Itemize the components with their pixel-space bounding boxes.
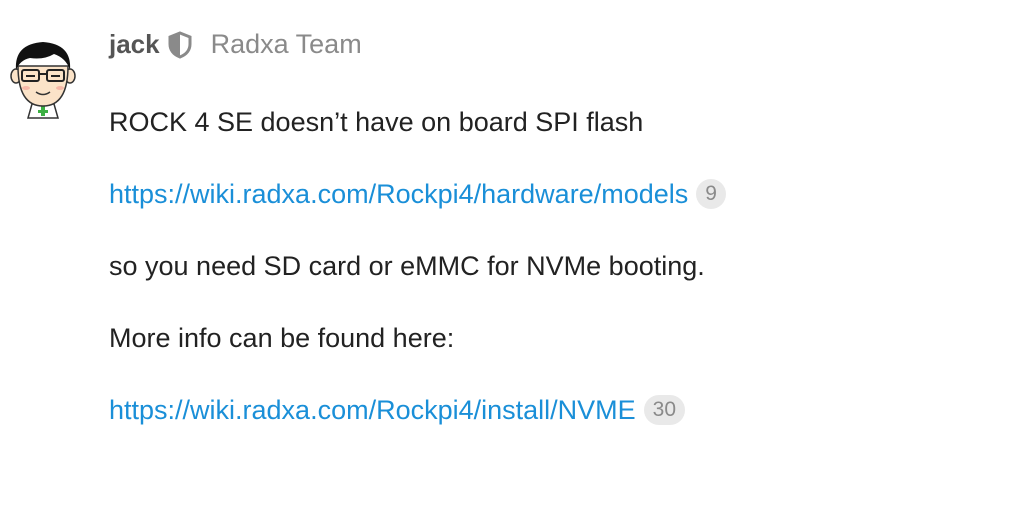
username[interactable]: jack: [109, 29, 160, 60]
post-paragraph: ROCK 4 SE doesn’t have on board SPI flas…: [109, 107, 644, 137]
link-click-count: 30: [643, 395, 686, 425]
post-paragraph-link: https://wiki.radxa.com/Rockpi4/install/N…: [109, 392, 686, 428]
avatar[interactable]: [10, 38, 76, 120]
link-click-count: 9: [696, 179, 726, 209]
user-group-name[interactable]: Radxa Team: [211, 29, 362, 60]
post-header: jack Radxa Team: [109, 26, 362, 62]
post-paragraph-link: https://wiki.radxa.com/Rockpi4/hardware/…: [109, 176, 726, 212]
post-paragraph: so you need SD card or eMMC for NVMe boo…: [109, 251, 705, 281]
moderator-shield-icon: [167, 31, 193, 59]
avatar-image: [10, 42, 76, 119]
forum-post: jack Radxa Team ROCK 4 SE doesn’t have o…: [0, 0, 1030, 516]
post-paragraph: More info can be found here:: [109, 323, 455, 353]
hardware-models-link[interactable]: https://wiki.radxa.com/Rockpi4/hardware/…: [109, 179, 688, 209]
install-nvme-link[interactable]: https://wiki.radxa.com/Rockpi4/install/N…: [109, 395, 636, 425]
